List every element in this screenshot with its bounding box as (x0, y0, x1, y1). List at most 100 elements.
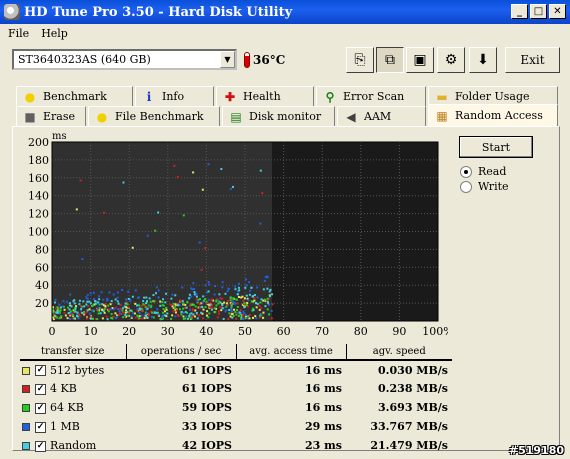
scatter-point (97, 306, 100, 309)
scatter-point (271, 303, 274, 306)
scatter-point (247, 315, 250, 318)
scatter-point (191, 315, 194, 318)
scatter-point (209, 303, 212, 306)
scatter-point (184, 303, 187, 306)
drive-select[interactable]: ST3640323AS (640 GB) ▼ (12, 49, 237, 70)
scatter-point (86, 309, 89, 312)
tab-file-benchmark[interactable]: ● File Benchmark (88, 106, 220, 126)
scatter-point (253, 294, 256, 297)
scatter-point (233, 308, 236, 311)
scatter-point (163, 314, 166, 317)
access-time-chart: 20 40 60 80 100 120 140 160 180 200 0 10 20 30 40 50 60 7… (28, 131, 448, 338)
tab-erase[interactable]: ■ Erase (16, 106, 86, 126)
read-radio-dot[interactable] (460, 165, 472, 178)
scatter-point (182, 311, 185, 314)
scatter-point (157, 211, 160, 214)
scatter-point (161, 301, 164, 304)
save-button[interactable]: ▣ (406, 47, 434, 73)
scatter-point (59, 306, 62, 309)
ops-cell: 61 IOPS (181, 363, 232, 377)
scatter-point (147, 314, 150, 317)
series-checkbox[interactable]: ✓ (35, 402, 46, 414)
write-radio-dot[interactable] (460, 180, 472, 193)
scatter-point (96, 301, 99, 304)
scatter-point (69, 310, 72, 313)
scatter-point (235, 317, 238, 320)
transfer-size: 1 MB (50, 420, 80, 433)
table-row: ✓ 512 bytes 61 IOPS 16 ms 0.030 MB/s (20, 360, 452, 379)
start-button[interactable]: Start (459, 136, 533, 158)
scatter-point (217, 302, 220, 305)
scatter-point (237, 314, 240, 317)
scatter-point (218, 293, 221, 296)
random-access-icon: ▦ (436, 108, 448, 123)
minimize-button[interactable]: _ (511, 4, 528, 19)
x-tick-label: 100% (422, 325, 448, 338)
scatter-point (190, 303, 193, 306)
tab-benchmark[interactable]: ● Benchmark (16, 86, 133, 106)
scatter-point (114, 306, 117, 309)
tab-error-scan[interactable]: ⚲ Error Scan (316, 86, 426, 106)
scatter-point (235, 313, 238, 316)
scatter-point (124, 313, 127, 316)
scatter-point (92, 291, 95, 294)
tab-disk-monitor[interactable]: ▤ Disk monitor (222, 106, 335, 126)
options-button[interactable]: ⚙ (437, 47, 465, 73)
benchmark-icon: ● (24, 89, 36, 104)
scatter-point (92, 317, 95, 320)
scatter-point (56, 310, 59, 313)
scatter-point (140, 304, 143, 307)
scatter-point (159, 304, 162, 307)
chevron-down-icon[interactable]: ▼ (220, 51, 235, 68)
series-checkbox[interactable]: ✓ (35, 421, 46, 433)
scatter-point (105, 315, 108, 318)
scatter-point (190, 287, 193, 290)
y-tick-label: 160 (28, 172, 49, 185)
scatter-point (100, 291, 103, 294)
scatter-point (195, 312, 198, 315)
scatter-point (122, 316, 125, 319)
scatter-point (171, 293, 174, 296)
maximize-button[interactable]: □ (530, 4, 547, 19)
transfer-size-cell: ✓ 512 bytes (20, 360, 126, 379)
scatter-point (182, 307, 185, 310)
write-radio[interactable]: Write (460, 180, 509, 193)
tab-info[interactable]: i Info (135, 86, 214, 106)
scatter-point (114, 312, 117, 315)
tab-folder-usage[interactable]: ▬ Folder Usage (428, 86, 558, 106)
download-button[interactable]: ⬇ (469, 47, 497, 73)
scatter-point (215, 304, 218, 307)
scatter-point (236, 293, 239, 296)
access-cell: 16 ms (305, 401, 342, 414)
copy-text-button[interactable]: ⎘ (346, 47, 374, 73)
tab-label: Random Access (455, 109, 543, 122)
scatter-point (83, 305, 86, 308)
speed-cell: 21.479 MB/s (370, 439, 448, 452)
scatter-point (157, 296, 160, 299)
info-icon: i (146, 89, 152, 104)
close-button[interactable]: ✕ (549, 4, 566, 19)
scatter-point (230, 304, 233, 307)
series-checkbox[interactable]: ✓ (35, 383, 46, 395)
tab-aam[interactable]: ◀ AAM (337, 106, 426, 126)
scatter-point (57, 307, 60, 310)
menu-help[interactable]: Help (41, 27, 68, 40)
scatter-point (174, 303, 177, 306)
tab-random-access[interactable]: ▦ Random Access (428, 104, 558, 126)
scatter-point (86, 317, 89, 320)
scatter-point (229, 296, 232, 299)
scatter-point (270, 309, 273, 312)
series-checkbox[interactable]: ✓ (35, 365, 46, 376)
scatter-point (266, 308, 269, 311)
menu-file[interactable]: File (8, 27, 29, 40)
scatter-point (88, 312, 91, 315)
transfer-size-cell: ✓ Random (20, 436, 126, 455)
scatter-point (101, 303, 104, 306)
copy-screenshot-button[interactable]: ⧉ (376, 47, 404, 73)
tab-health[interactable]: ✚ Health (216, 86, 314, 106)
series-swatch (22, 404, 30, 412)
exit-button[interactable]: Exit (505, 47, 560, 73)
series-checkbox[interactable]: ✓ (35, 440, 46, 452)
scatter-point (110, 313, 113, 316)
read-radio[interactable]: Read (460, 165, 506, 178)
